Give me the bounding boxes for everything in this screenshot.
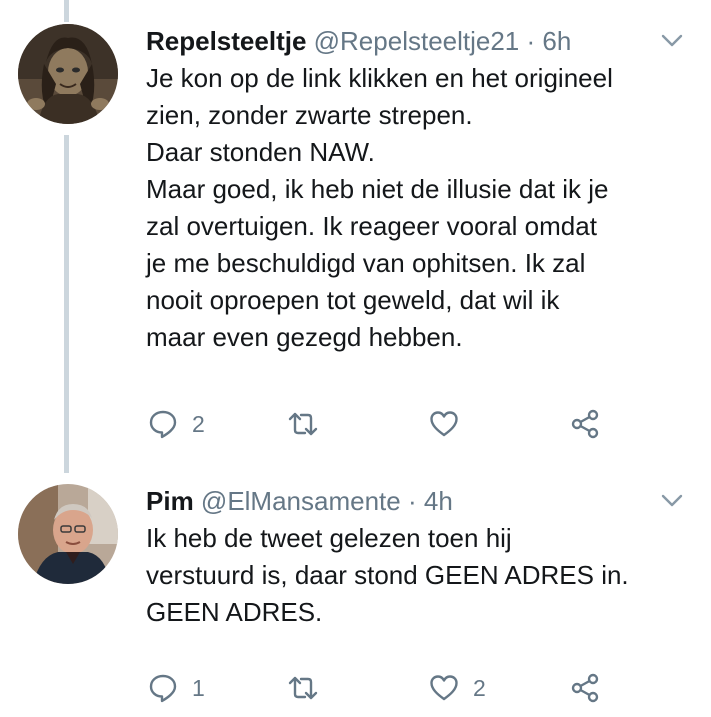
chevron-down-icon[interactable] bbox=[661, 494, 683, 508]
tweet-text: Je kon op de link klikken en het origine… bbox=[146, 63, 613, 352]
display-name[interactable]: Repelsteeltje bbox=[146, 26, 306, 56]
tweet-header: Pim @ElMansamente · 4h bbox=[146, 484, 453, 518]
reply-count: 2 bbox=[192, 410, 205, 437]
tweet-header: Repelsteeltje @Repelsteeltje21 · 6h bbox=[146, 24, 571, 58]
username[interactable]: @ElMansamente bbox=[201, 486, 401, 516]
tweet-actions: 2 bbox=[146, 406, 626, 442]
retweet-icon bbox=[288, 676, 318, 700]
share-icon bbox=[571, 409, 599, 439]
avatar[interactable] bbox=[18, 24, 118, 124]
tweet-actions: 1 2 bbox=[146, 670, 626, 706]
retweet-button[interactable] bbox=[288, 406, 332, 442]
separator: · bbox=[526, 26, 536, 56]
heart-icon bbox=[430, 675, 458, 701]
like-button[interactable]: 2 bbox=[429, 670, 486, 706]
share-button[interactable] bbox=[570, 406, 600, 442]
share-button[interactable] bbox=[570, 670, 600, 706]
username[interactable]: @Repelsteeltje21 bbox=[314, 26, 520, 56]
share-icon bbox=[571, 673, 599, 703]
reply-count: 1 bbox=[192, 674, 205, 701]
retweet-icon bbox=[288, 412, 318, 436]
retweet-button[interactable] bbox=[288, 670, 332, 706]
like-count: 2 bbox=[473, 674, 486, 701]
display-name[interactable]: Pim bbox=[146, 486, 194, 516]
reply-button[interactable]: 1 bbox=[148, 670, 205, 706]
reply-icon bbox=[149, 410, 177, 439]
timestamp[interactable]: 4h bbox=[424, 486, 453, 516]
timestamp[interactable]: 6h bbox=[542, 26, 571, 56]
tweet[interactable]: Repelsteeltje @Repelsteeltje21 · 6h Je k… bbox=[0, 0, 711, 470]
reply-button[interactable]: 2 bbox=[148, 406, 205, 442]
tweet-text: Ik heb de tweet gelezen toen hij verstuu… bbox=[146, 523, 629, 627]
like-button[interactable] bbox=[429, 406, 473, 442]
avatar[interactable] bbox=[18, 484, 118, 584]
heart-icon bbox=[430, 411, 458, 437]
chevron-down-icon[interactable] bbox=[661, 34, 683, 48]
separator: · bbox=[407, 486, 417, 516]
reply-icon bbox=[149, 674, 177, 703]
tweet[interactable]: Pim @ElMansamente · 4h Ik heb de tweet g… bbox=[0, 470, 711, 717]
